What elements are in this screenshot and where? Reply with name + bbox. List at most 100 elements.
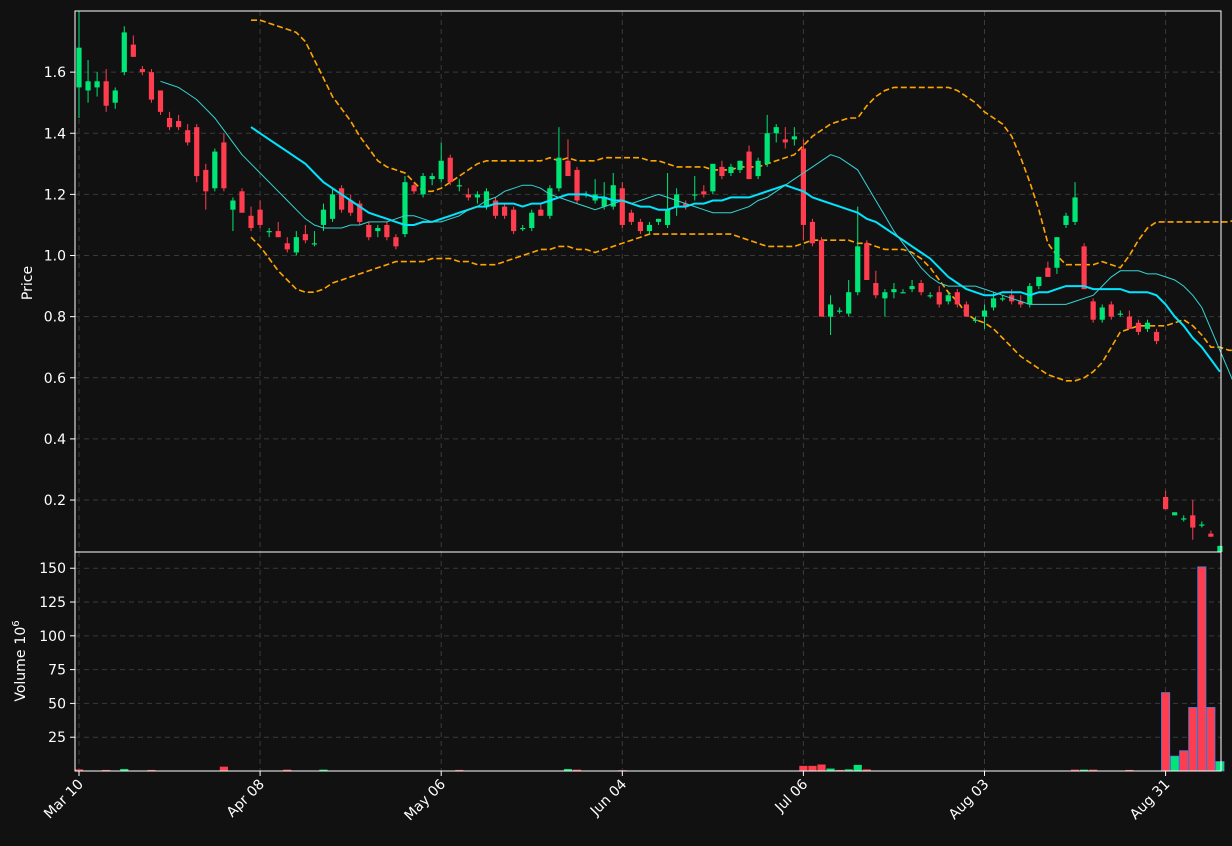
candle-body bbox=[402, 182, 407, 234]
candle-body bbox=[158, 90, 163, 111]
volume-axis-label: Volume106 bbox=[11, 620, 29, 701]
candle-body bbox=[330, 194, 335, 218]
candlestick-volume-chart: 0.20.40.60.81.01.21.41.6 255075100125150… bbox=[0, 0, 1232, 842]
candle-body bbox=[475, 194, 480, 197]
candle-body bbox=[294, 237, 299, 252]
date-tick-label: Aug 31 bbox=[1127, 777, 1173, 823]
candle-body bbox=[919, 283, 924, 292]
volume-tick-label: 50 bbox=[48, 696, 66, 712]
date-tick-label: Jun 04 bbox=[587, 776, 630, 819]
candle-body bbox=[982, 311, 987, 317]
candle-body bbox=[964, 304, 969, 316]
candle-body bbox=[76, 48, 81, 88]
candle-body bbox=[710, 164, 715, 192]
candle-body bbox=[1054, 237, 1059, 268]
candle-body bbox=[955, 292, 960, 304]
volume-bar bbox=[1180, 751, 1188, 771]
candle-body bbox=[176, 121, 181, 127]
candle-body bbox=[484, 191, 489, 206]
candle-body bbox=[520, 228, 525, 229]
candle-body bbox=[638, 222, 643, 231]
candle-body bbox=[185, 130, 190, 142]
candle-body bbox=[765, 133, 770, 164]
candle-body bbox=[647, 225, 652, 231]
candle-body bbox=[375, 228, 380, 231]
candle-body bbox=[502, 207, 507, 216]
candle-body bbox=[1172, 512, 1177, 515]
candle-body bbox=[1109, 304, 1114, 316]
volume-bar bbox=[1189, 707, 1197, 771]
candle-body bbox=[701, 191, 706, 194]
candle-body bbox=[946, 295, 951, 301]
chart-canvas: 0.20.40.60.81.01.21.41.6 255075100125150… bbox=[0, 0, 1232, 842]
candle-body bbox=[801, 149, 806, 225]
price-axis-ticks: 0.20.40.60.81.01.21.41.6 bbox=[44, 65, 75, 509]
candle-body bbox=[339, 188, 344, 209]
candle-body bbox=[1163, 497, 1168, 509]
candle-body bbox=[1036, 277, 1041, 286]
candle-body bbox=[973, 320, 978, 321]
candle-body bbox=[909, 286, 914, 289]
candle-body bbox=[656, 219, 661, 222]
volume-gridlines bbox=[75, 552, 1221, 771]
candle-body bbox=[928, 295, 933, 296]
candle-body bbox=[728, 167, 733, 173]
volume-panel-frame bbox=[75, 552, 1221, 771]
price-tick-label: 1.6 bbox=[44, 65, 66, 81]
volume-bar bbox=[799, 766, 807, 771]
price-tick-label: 1.4 bbox=[44, 126, 66, 142]
date-axis-ticks: Mar 10Apr 08May 06Jun 04Jul 06Aug 03Aug … bbox=[41, 771, 1173, 824]
volume-tick-label: 125 bbox=[39, 595, 66, 611]
candle-body bbox=[810, 222, 815, 243]
price-tick-label: 0.4 bbox=[44, 432, 66, 448]
candle-body bbox=[430, 176, 435, 179]
volume-bar bbox=[854, 765, 862, 771]
exponent-power: 6 bbox=[11, 620, 22, 626]
candle-body bbox=[529, 213, 534, 228]
candle-body bbox=[221, 142, 226, 188]
candle-body bbox=[131, 45, 136, 57]
candle-body bbox=[448, 158, 453, 182]
candle-body bbox=[1127, 317, 1132, 329]
candle-body bbox=[140, 69, 145, 72]
volume-bar bbox=[1216, 762, 1224, 771]
candle-body bbox=[149, 72, 154, 100]
date-tick-label: May 06 bbox=[401, 776, 449, 824]
candle-body bbox=[113, 90, 118, 102]
candle-body bbox=[285, 243, 290, 249]
candle-body bbox=[900, 292, 905, 293]
volume-axis-label-text: Volume bbox=[13, 650, 29, 702]
candle-body bbox=[1091, 301, 1096, 319]
volume-bar bbox=[817, 765, 825, 771]
candle-body bbox=[538, 210, 543, 216]
candle-body bbox=[230, 201, 235, 210]
candle-body bbox=[864, 243, 869, 280]
price-tick-label: 0.2 bbox=[44, 493, 66, 509]
candle-body bbox=[1100, 307, 1105, 319]
candle-body bbox=[792, 136, 797, 139]
candle-body bbox=[819, 240, 824, 316]
candle-body bbox=[882, 292, 887, 298]
candle-body bbox=[312, 243, 317, 244]
price-tick-label: 0.6 bbox=[44, 371, 66, 387]
volume-bar bbox=[1207, 707, 1215, 771]
candle-body bbox=[194, 127, 199, 176]
candle-body bbox=[384, 225, 389, 237]
volume-tick-label: 100 bbox=[39, 629, 66, 645]
candle-body bbox=[719, 167, 724, 176]
candle-body bbox=[629, 213, 634, 222]
candle-body bbox=[366, 225, 371, 237]
candle-body bbox=[258, 210, 263, 225]
candle-body bbox=[303, 234, 308, 240]
candle-body bbox=[937, 292, 942, 304]
candle-body bbox=[1217, 546, 1222, 552]
candle-body bbox=[756, 161, 761, 176]
date-tick-label: Aug 03 bbox=[946, 777, 992, 823]
candle-body bbox=[574, 170, 579, 201]
candle-body bbox=[1181, 518, 1186, 519]
candle-body bbox=[457, 185, 462, 186]
volume-bar bbox=[1171, 756, 1179, 771]
candle-body bbox=[692, 194, 697, 195]
candle-body bbox=[85, 81, 90, 90]
candle-body bbox=[1045, 268, 1050, 277]
